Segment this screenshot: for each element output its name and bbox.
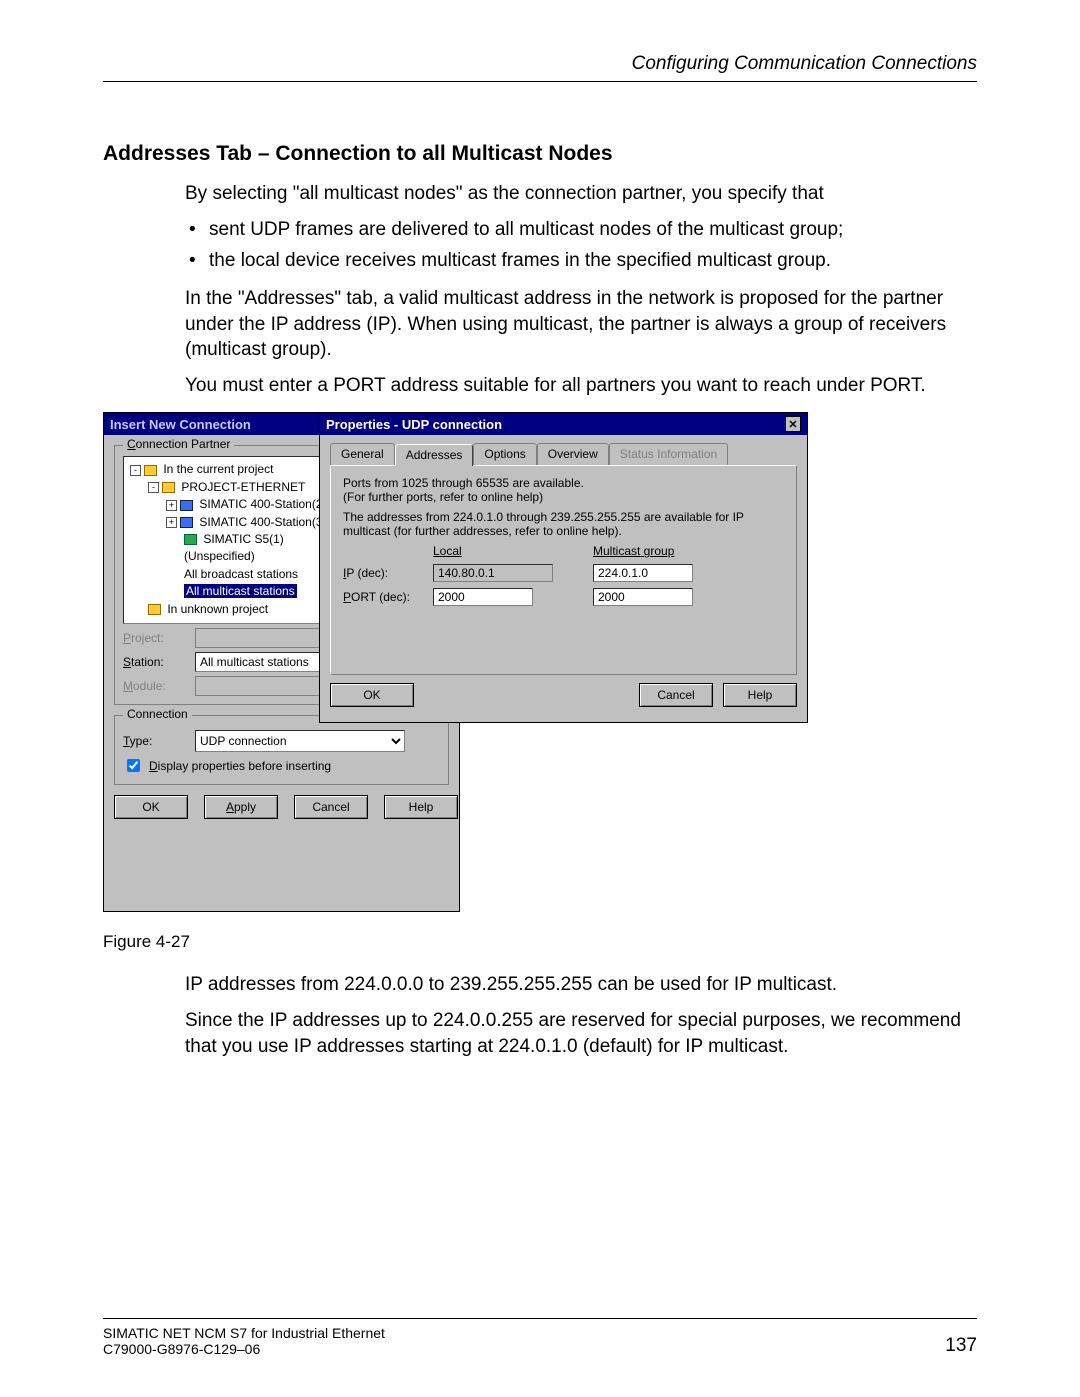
module-label: Module: <box>123 679 195 693</box>
properties-title: Properties - UDP connection <box>326 417 502 432</box>
paragraph: IP addresses from 224.0.0.0 to 239.255.2… <box>185 972 977 998</box>
paragraph: You must enter a PORT address suitable f… <box>185 373 977 399</box>
multicast-column-header: Multicast group <box>593 544 723 558</box>
tree-selected-item[interactable]: All multicast stations <box>184 584 297 598</box>
figure-caption: Figure 4-27 <box>103 932 977 952</box>
paragraph: In the "Addresses" tab, a valid multicas… <box>185 286 977 363</box>
apply-button[interactable]: Apply <box>204 795 278 819</box>
tree-collapse-icon[interactable]: - <box>148 482 159 493</box>
tab-status-information: Status Information <box>609 443 728 465</box>
figure-screenshot: Insert New Connection CConnection Partne… <box>103 412 808 922</box>
tab-general[interactable]: General <box>330 443 395 465</box>
cancel-button[interactable]: Cancel <box>294 795 368 819</box>
running-header: Configuring Communication Connections <box>103 53 977 82</box>
tree-collapse-icon[interactable]: - <box>130 465 141 476</box>
local-ip-field: 140.80.0.1 <box>433 564 553 582</box>
type-label: Type: <box>123 734 195 748</box>
properties-titlebar[interactable]: Properties - UDP connection ✕ <box>320 413 807 435</box>
page-number: 137 <box>945 1335 977 1357</box>
station-icon <box>180 500 193 511</box>
folder-icon <box>144 465 157 476</box>
ports-note: Ports from 1025 through 65535 are availa… <box>343 476 784 504</box>
insert-dialog-title: Insert New Connection <box>110 417 251 432</box>
connection-partner-legend: CConnection Partneronnection Partner <box>123 437 234 451</box>
paragraph: Since the IP addresses up to 224.0.0.255… <box>185 1008 977 1059</box>
multicast-ip-input[interactable] <box>593 564 693 582</box>
cancel-button[interactable]: Cancel <box>639 683 713 707</box>
project-label: Project: <box>123 631 195 645</box>
tree-expand-icon[interactable]: + <box>166 517 177 528</box>
close-icon[interactable]: ✕ <box>785 416 801 432</box>
multicast-note: The addresses from 224.0.1.0 through 239… <box>343 510 784 538</box>
s5-icon <box>184 534 197 545</box>
ok-button[interactable]: OK <box>330 683 414 707</box>
ip-row-label: IP (dec): <box>343 566 433 580</box>
tab-addresses[interactable]: Addresses <box>395 444 474 466</box>
page-footer: SIMATIC NET NCM S7 for Industrial Ethern… <box>103 1318 977 1357</box>
ok-button[interactable]: OK <box>114 795 188 819</box>
connection-type-select[interactable]: UDP connection <box>195 730 405 752</box>
bullet-item: the local device receives multicast fram… <box>185 248 977 274</box>
tab-overview[interactable]: Overview <box>537 443 609 465</box>
display-properties-label: Display properties before inserting <box>149 759 331 773</box>
addresses-tab-panel: Ports from 1025 through 65535 are availa… <box>330 465 797 675</box>
local-port-input[interactable] <box>433 588 533 606</box>
local-column-header: Local <box>433 544 553 558</box>
multicast-port-input[interactable] <box>593 588 693 606</box>
properties-udp-dialog: Properties - UDP connection ✕ General Ad… <box>319 412 808 723</box>
project-icon <box>162 482 175 493</box>
connection-legend: Connection <box>123 707 192 721</box>
station-icon <box>180 517 193 528</box>
tree-expand-icon[interactable]: + <box>166 500 177 511</box>
footer-line2: C79000-G8976-C129–06 <box>103 1341 385 1357</box>
help-button[interactable]: Help <box>384 795 458 819</box>
tab-options[interactable]: Options <box>473 443 536 465</box>
section-heading: Addresses Tab – Connection to all Multic… <box>103 142 977 166</box>
help-button[interactable]: Help <box>723 683 797 707</box>
project-icon <box>148 604 161 615</box>
bullet-item: sent UDP frames are delivered to all mul… <box>185 217 977 243</box>
footer-line1: SIMATIC NET NCM S7 for Industrial Ethern… <box>103 1325 385 1341</box>
display-properties-checkbox[interactable] <box>127 759 140 772</box>
paragraph: By selecting "all multicast nodes" as th… <box>185 181 977 207</box>
station-label: Station: <box>123 655 195 669</box>
port-row-label: PORT (dec): <box>343 590 433 604</box>
